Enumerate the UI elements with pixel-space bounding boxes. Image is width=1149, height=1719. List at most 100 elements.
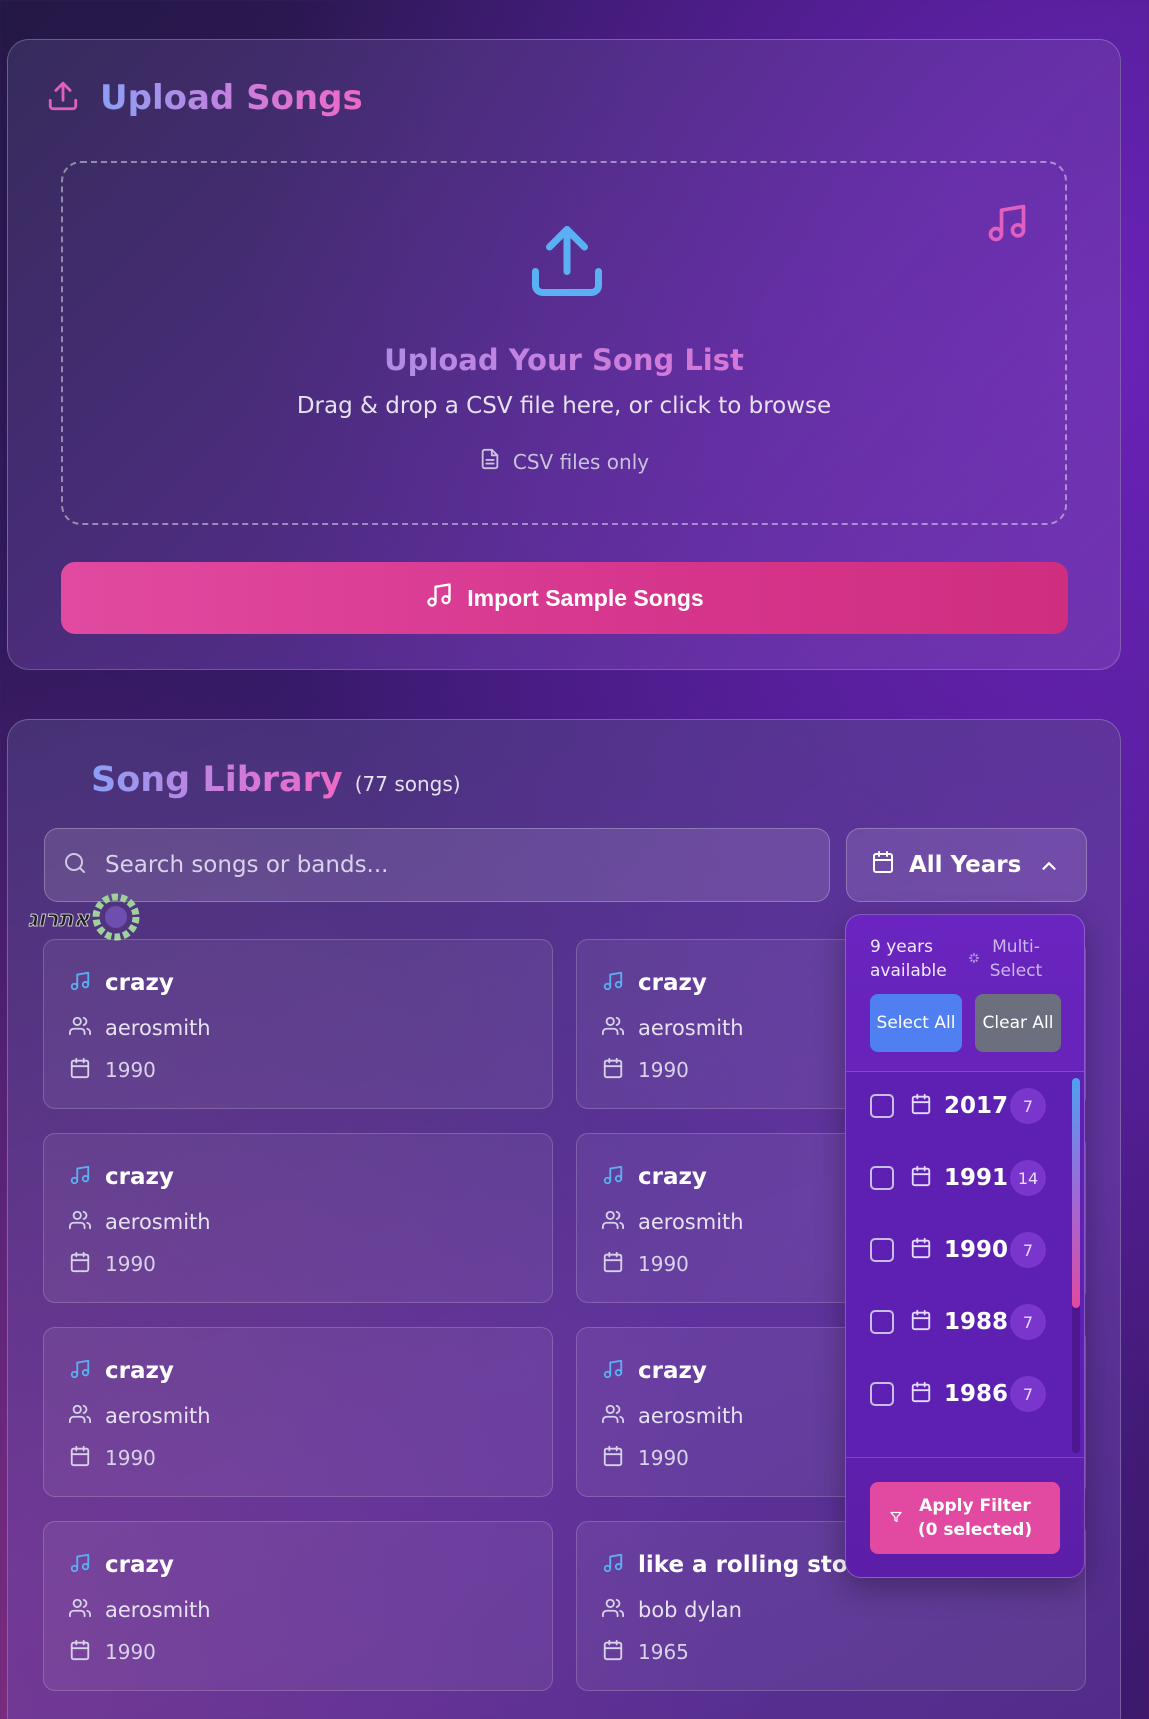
song-title: crazy: [638, 1358, 707, 1384]
year-checkbox[interactable]: [870, 1238, 894, 1262]
calendar-icon: [69, 1251, 91, 1277]
upload-header: Upload Songs: [46, 78, 363, 118]
song-year: 1990: [105, 1252, 156, 1276]
file-icon: [479, 448, 501, 475]
music-note-icon: [69, 970, 91, 996]
year-option-1991[interactable]: 1991 14: [870, 1158, 1046, 1198]
year-filter-label: All Years: [909, 852, 1022, 878]
song-artist: aerosmith: [105, 1210, 211, 1234]
search-box[interactable]: [44, 828, 830, 902]
song-artist: aerosmith: [105, 1404, 211, 1428]
import-sample-songs-button[interactable]: Import Sample Songs: [61, 562, 1068, 634]
multi-select-indicator: Multi-Select: [968, 935, 1046, 983]
upload-card: Upload Songs Upload Your Song List Drag …: [7, 39, 1121, 670]
year-checkbox[interactable]: [870, 1382, 894, 1406]
song-artist: aerosmith: [638, 1016, 744, 1040]
calendar-icon: [602, 1251, 624, 1277]
search-input[interactable]: [105, 852, 785, 878]
year-label: 2017: [944, 1093, 1009, 1119]
music-note-icon: [602, 1164, 624, 1190]
song-artist: aerosmith: [105, 1016, 211, 1040]
calendar-icon: [910, 1093, 932, 1119]
csv-note-label: CSV files only: [512, 449, 650, 474]
song-title: crazy: [638, 1164, 707, 1190]
years-available-label: 9 years available: [870, 937, 947, 981]
music-note-icon: [425, 581, 453, 615]
song-card[interactable]: crazy aerosmith 1990: [43, 1133, 553, 1303]
year-list[interactable]: 2017 7 1991 14 1990 7 1988 7 1986 7: [846, 1072, 1084, 1457]
song-count: (77 songs): [354, 772, 461, 796]
year-label: 1991: [944, 1165, 1009, 1191]
calendar-icon: [69, 1445, 91, 1471]
calendar-icon: [910, 1309, 932, 1335]
users-icon: [602, 1209, 624, 1235]
song-artist: aerosmith: [105, 1598, 211, 1622]
year-option-1988[interactable]: 1988 7: [870, 1302, 1046, 1342]
year-label: 1986: [944, 1381, 1009, 1407]
users-icon: [602, 1015, 624, 1041]
song-title: crazy: [105, 1164, 174, 1190]
song-year: 1965: [638, 1640, 689, 1664]
year-count-badge: 7: [1010, 1088, 1046, 1124]
music-note-icon: [69, 1358, 91, 1384]
year-count-badge: 7: [1010, 1304, 1046, 1340]
sparkle-icon: [968, 947, 980, 971]
calendar-icon: [602, 1639, 624, 1665]
divider: [846, 1457, 1084, 1458]
calendar-icon: [69, 1639, 91, 1665]
calendar-icon: [871, 850, 895, 880]
song-card[interactable]: crazy aerosmith 1990: [43, 1327, 553, 1497]
scrollbar-thumb[interactable]: [1072, 1078, 1080, 1308]
watermark-logo-icon: [92, 893, 140, 945]
song-title: crazy: [105, 970, 174, 996]
dropzone-description: Drag & drop a CSV file here, or click to…: [296, 393, 832, 419]
song-artist: bob dylan: [638, 1598, 742, 1622]
year-filter-button[interactable]: All Years: [846, 828, 1087, 902]
users-icon: [69, 1015, 91, 1041]
song-title: crazy: [638, 970, 707, 996]
users-icon: [602, 1597, 624, 1623]
music-note-icon: [602, 1552, 624, 1578]
clear-all-button[interactable]: Clear All: [975, 994, 1061, 1052]
year-dropdown: 9 years available Multi-Select Select Al…: [845, 914, 1085, 1578]
apply-filter-button[interactable]: Apply Filter (0 selected): [870, 1482, 1060, 1554]
year-checkbox[interactable]: [870, 1094, 894, 1118]
music-note-icon: [602, 1358, 624, 1384]
watermark: אתרוג: [28, 893, 140, 945]
year-option-2017[interactable]: 2017 7: [870, 1086, 1046, 1126]
filter-icon: [890, 1506, 902, 1530]
year-option-1986[interactable]: 1986 7: [870, 1374, 1046, 1414]
users-icon: [69, 1209, 91, 1235]
year-count-badge: 7: [1010, 1232, 1046, 1268]
upload-icon: [525, 219, 609, 307]
users-icon: [69, 1403, 91, 1429]
calendar-icon: [602, 1057, 624, 1083]
search-icon: [63, 851, 87, 879]
music-note-icon: [69, 1552, 91, 1578]
calendar-icon: [910, 1381, 932, 1407]
year-count-badge: 7: [1010, 1376, 1046, 1412]
multi-select-label: Multi-Select: [989, 937, 1043, 981]
music-note-icon: [985, 201, 1029, 249]
year-label: 1990: [944, 1237, 1009, 1263]
csv-dropzone[interactable]: Upload Your Song List Drag & drop a CSV …: [61, 161, 1067, 525]
csv-note: CSV files only: [63, 448, 1065, 475]
calendar-icon: [910, 1165, 932, 1191]
select-all-button[interactable]: Select All: [870, 994, 962, 1052]
users-icon: [69, 1597, 91, 1623]
calendar-icon: [69, 1057, 91, 1083]
music-note-icon: [69, 1164, 91, 1190]
song-card[interactable]: crazy aerosmith 1990: [43, 1521, 553, 1691]
import-button-label: Import Sample Songs: [467, 584, 704, 611]
song-title: crazy: [105, 1552, 174, 1578]
year-option-1990[interactable]: 1990 7: [870, 1230, 1046, 1270]
year-list-scrollbar[interactable]: [1072, 1078, 1080, 1453]
apply-filter-label: Apply Filter (0 selected): [917, 1496, 1033, 1540]
year-checkbox[interactable]: [870, 1310, 894, 1334]
year-label: 1988: [944, 1309, 1009, 1335]
song-artist: aerosmith: [638, 1210, 744, 1234]
song-year: 1990: [105, 1446, 156, 1470]
year-checkbox[interactable]: [870, 1166, 894, 1190]
song-card[interactable]: crazy aerosmith 1990: [43, 939, 553, 1109]
upload-title: Upload Songs: [100, 78, 363, 118]
